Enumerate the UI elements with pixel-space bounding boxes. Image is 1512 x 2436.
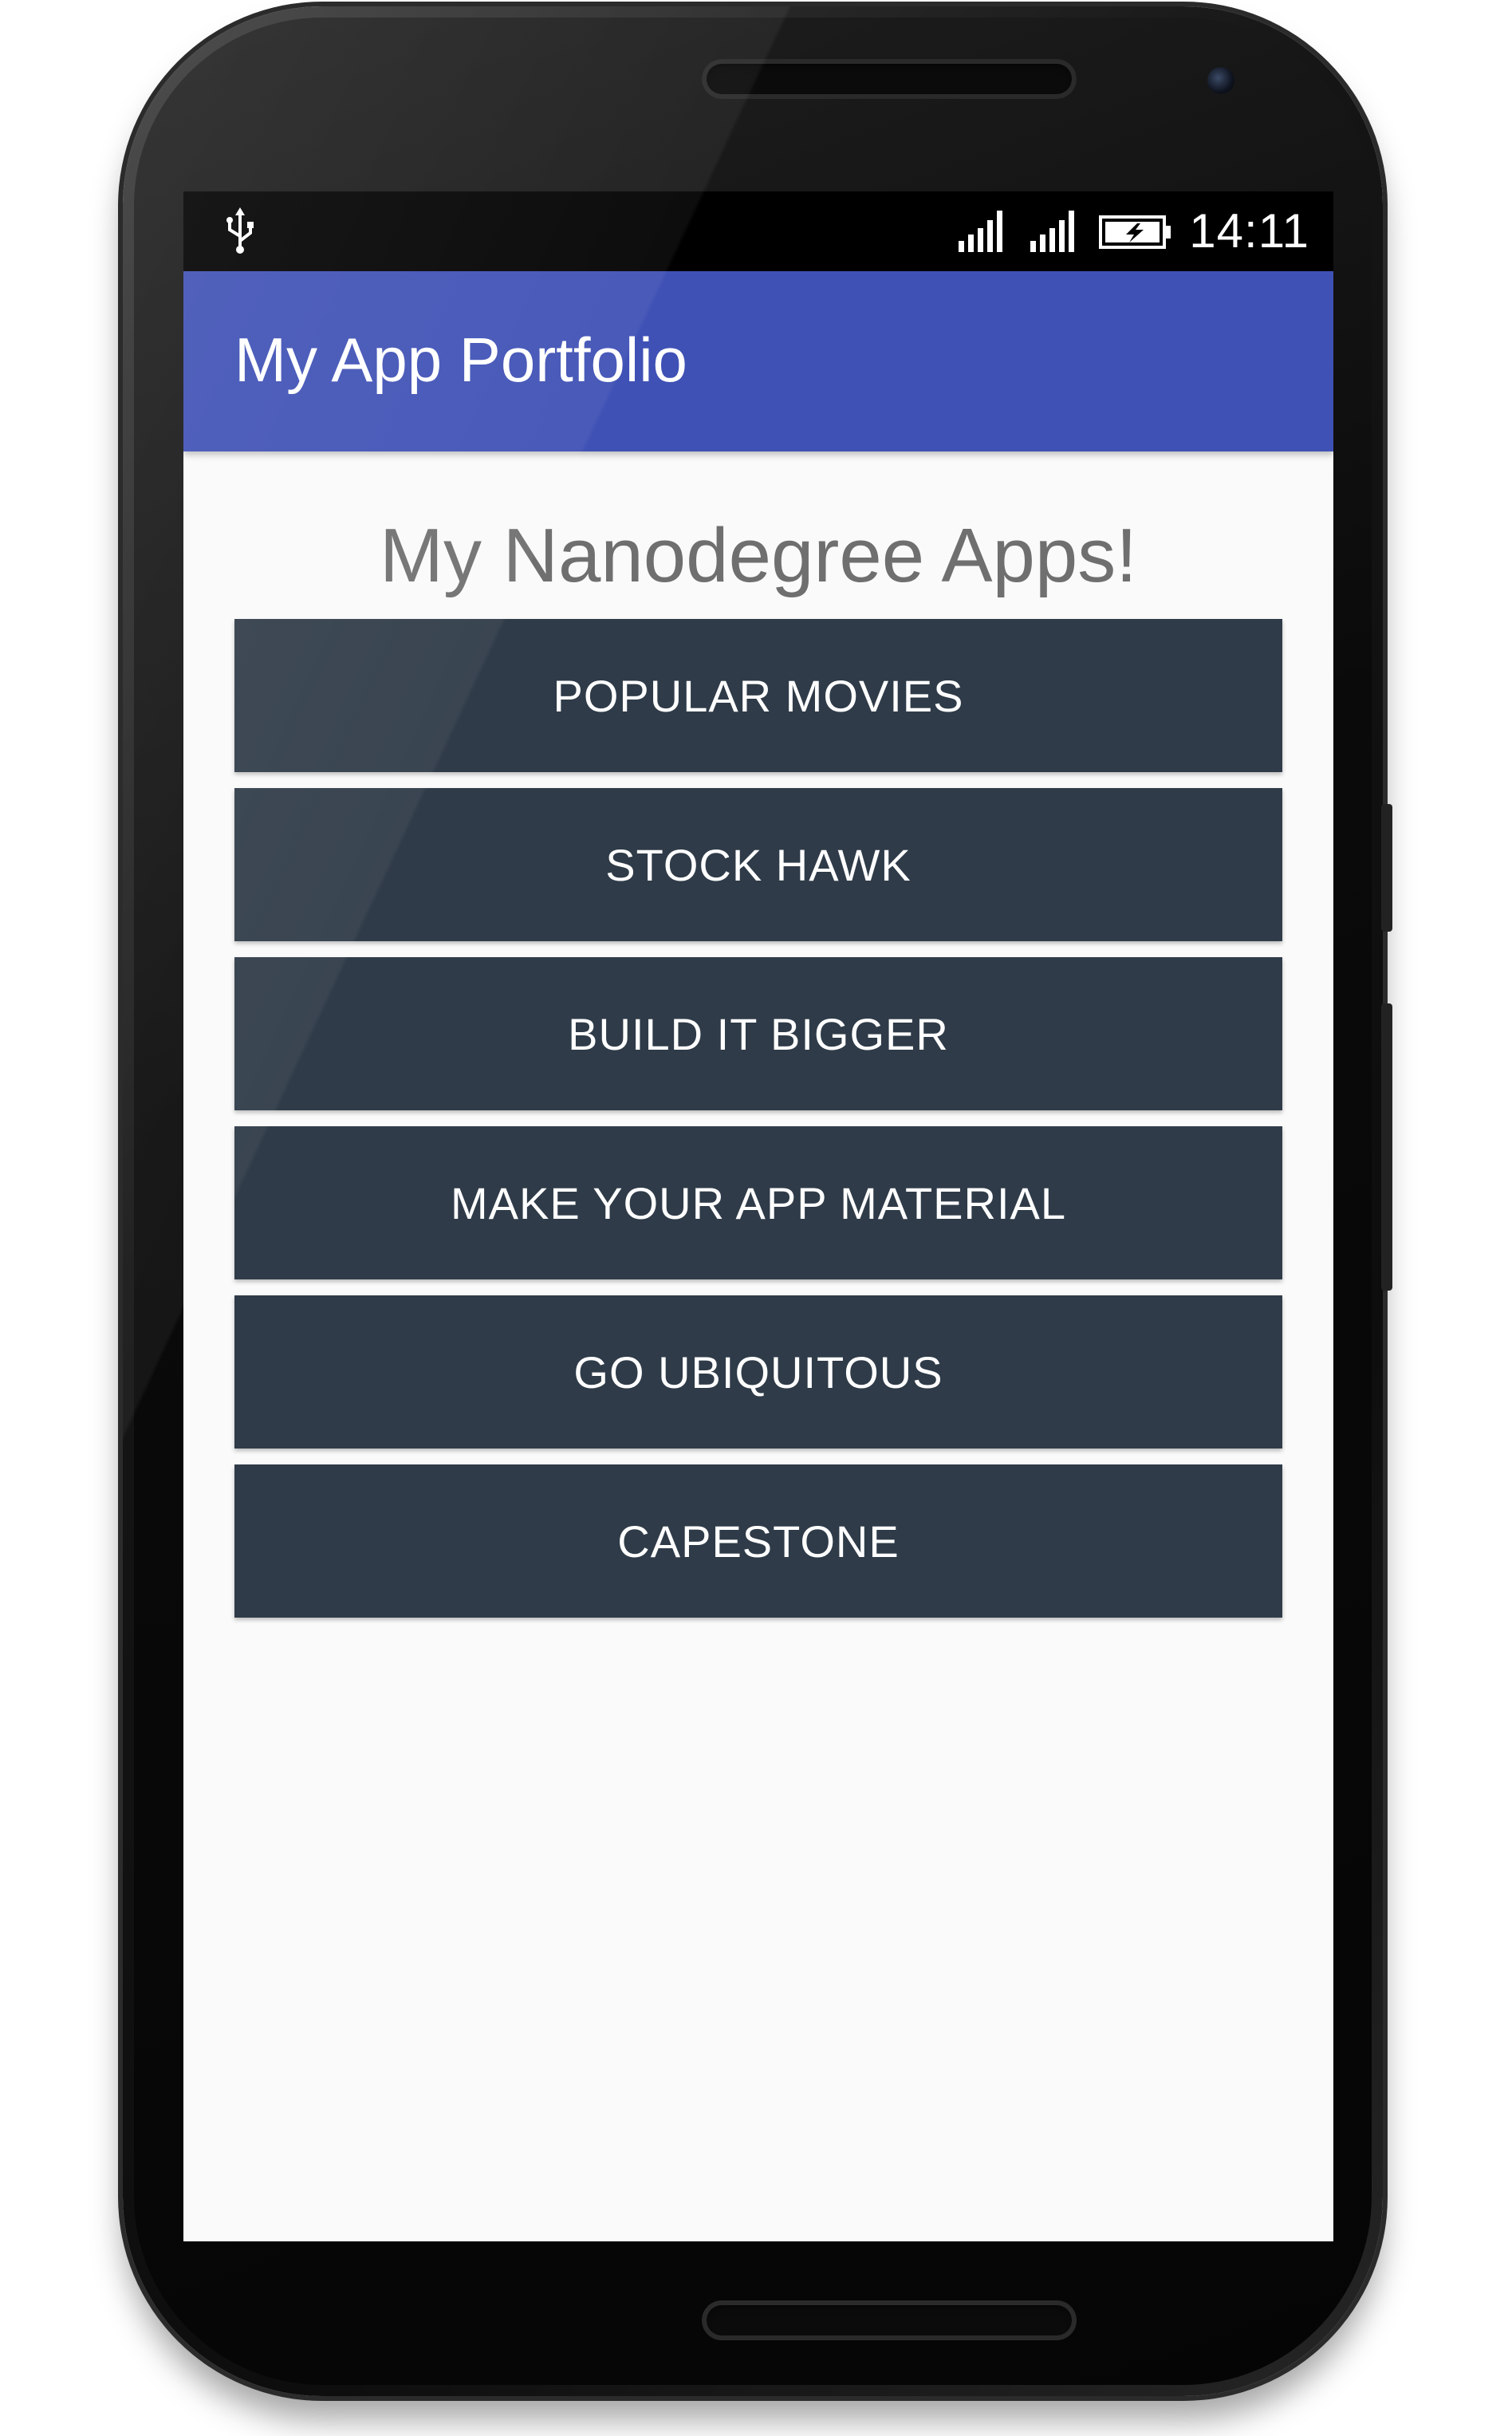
status-bar: 14:11 xyxy=(183,191,1333,271)
device-screen: 14:11 My App Portfolio My Nanodegree App… xyxy=(183,191,1333,2241)
popular-movies-button[interactable]: POPULAR MOVIES xyxy=(234,619,1282,772)
app-bar: My App Portfolio xyxy=(183,271,1333,451)
battery-charging-icon xyxy=(1099,215,1171,249)
signal-icon xyxy=(959,211,1002,252)
build-it-bigger-button[interactable]: BUILD IT BIGGER xyxy=(234,957,1282,1110)
go-ubiquitous-button[interactable]: GO UBIQUITOUS xyxy=(234,1295,1282,1449)
app-button-list: POPULAR MOVIES STOCK HAWK BUILD IT BIGGE… xyxy=(234,619,1282,1634)
app-title: My App Portfolio xyxy=(234,325,687,395)
page-headline: My Nanodegree Apps! xyxy=(380,513,1137,598)
capstone-button[interactable]: CAPESTONE xyxy=(234,1464,1282,1618)
volume-button xyxy=(1381,1003,1392,1291)
power-button xyxy=(1381,804,1392,932)
usb-icon xyxy=(226,207,254,254)
earpiece-speaker xyxy=(702,59,1077,99)
stock-hawk-button[interactable]: STOCK HAWK xyxy=(234,788,1282,941)
signal-icon xyxy=(1030,211,1074,252)
make-your-app-material-button[interactable]: MAKE YOUR APP MATERIAL xyxy=(234,1126,1282,1279)
front-camera xyxy=(1207,67,1234,94)
status-clock: 14:11 xyxy=(1189,204,1309,258)
bottom-speaker xyxy=(702,2300,1077,2340)
